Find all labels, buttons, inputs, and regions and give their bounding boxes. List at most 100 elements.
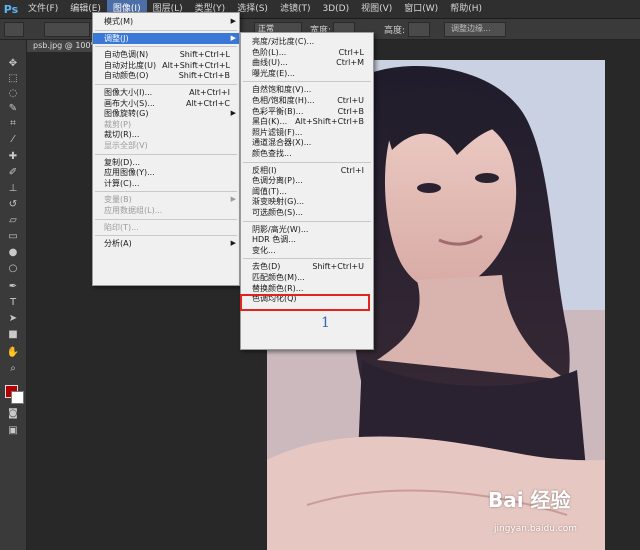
path-selection-tool-icon[interactable]: ➤	[5, 312, 21, 325]
menu-item[interactable]: 颜色查找...	[241, 148, 373, 159]
refine-edge-button[interactable]: 调整边缘...	[444, 22, 506, 37]
gradient-tool-icon[interactable]: ▭	[5, 230, 21, 243]
menu-item[interactable]: 照片滤镜(F)...	[241, 127, 373, 138]
submenu-arrow-icon: ▶	[230, 239, 236, 248]
menu-item[interactable]: 亮度/对比度(C)...	[241, 36, 373, 47]
menu-item[interactable]: 替换颜色(R)...	[241, 283, 373, 294]
healing-brush-tool-icon[interactable]: ✚	[5, 150, 21, 163]
menubar-item[interactable]: 滤镜(T)	[274, 0, 317, 18]
menu-item[interactable]: 匹配颜色(M)...	[241, 272, 373, 283]
menu-item[interactable]: 去色(D) Shift+Ctrl+U	[241, 261, 373, 272]
menubar-item[interactable]: 帮助(H)	[444, 0, 488, 18]
brush-tool-icon[interactable]: ✐	[5, 166, 21, 179]
menu-item[interactable]: HDR 色调...	[241, 234, 373, 245]
eraser-tool-icon[interactable]: ▱	[5, 214, 21, 227]
menu-item-shortcut: Ctrl+U	[337, 96, 364, 105]
menu-item-shortcut: Alt+Shift+Ctrl+B	[295, 117, 364, 127]
menu-item[interactable]: 色彩平衡(B)... Ctrl+B	[241, 106, 373, 117]
menu-item[interactable]: 图像旋转(G) ▶	[93, 108, 239, 119]
zoom-tool-icon[interactable]: ⌕	[5, 362, 21, 375]
menu-item-label: 图像大小(I)...	[104, 88, 153, 97]
blur-tool-icon[interactable]: ●	[5, 246, 21, 259]
menu-separator	[95, 46, 237, 48]
menu-item-label: 阴影/高光(W)...	[252, 224, 309, 234]
menu-separator	[95, 218, 237, 220]
menubar-item[interactable]: 视图(V)	[355, 0, 398, 18]
menu-item-label: 曲线(U)...	[252, 58, 288, 68]
pen-tool-icon[interactable]: ✒	[5, 280, 21, 293]
dodge-tool-icon[interactable]: ○	[5, 262, 21, 275]
menu-item[interactable]: 调整(J) ▶	[93, 32, 239, 44]
tool-preset-button[interactable]	[4, 22, 24, 37]
clone-stamp-tool-icon[interactable]: ⊥	[5, 182, 21, 195]
menu-item[interactable]: 自动颜色(O) Shift+Ctrl+B	[93, 70, 239, 81]
menu-item-label: 陷印(T)...	[104, 222, 139, 232]
menu-item[interactable]: 黑白(K)... Alt+Shift+Ctrl+B	[241, 116, 373, 127]
menu-item[interactable]: 计算(C)...	[93, 178, 239, 189]
menu-item[interactable]: 色调分离(P)...	[241, 175, 373, 186]
menu-item[interactable]: 画布大小(S)... Alt+Ctrl+C	[93, 98, 239, 109]
menu-item[interactable]: 色阶(L)... Ctrl+L	[241, 47, 373, 58]
menu-item-label: 画布大小(S)...	[104, 98, 155, 108]
crop-tool-icon[interactable]: ⌗	[5, 117, 21, 130]
submenu-arrow-icon: ▶	[230, 17, 236, 25]
menu-item[interactable]: 渐变映射(G)...	[241, 196, 373, 207]
quick-select-tool-icon[interactable]: ✎	[5, 102, 21, 115]
menu-item[interactable]: 曝光度(E)...	[241, 68, 373, 79]
menu-item[interactable]: 阴影/高光(W)...	[241, 224, 373, 235]
menu-separator	[243, 220, 371, 222]
height-input[interactable]	[408, 22, 430, 37]
menu-item[interactable]: 自动色调(N) Shift+Ctrl+L	[93, 49, 239, 60]
menu-item-label: 图像旋转(G)	[104, 109, 149, 119]
menu-item[interactable]: 色相/饱和度(H)... Ctrl+U	[241, 95, 373, 106]
menubar-item[interactable]: 窗口(W)	[398, 0, 444, 18]
eyedropper-tool-icon[interactable]: ⁄	[5, 133, 21, 146]
menu-item-label: 色彩平衡(B)...	[252, 106, 304, 116]
menu-item[interactable]: 模式(M) ▶	[93, 16, 239, 27]
menu-separator	[95, 84, 237, 85]
hand-tool-icon[interactable]: ✋	[5, 346, 21, 359]
submenu-arrow-icon: ▶	[230, 195, 236, 204]
menu-item[interactable]: 图像大小(I)... Alt+Ctrl+I	[93, 87, 239, 98]
marquee-tool-icon[interactable]: ⬚	[5, 72, 21, 85]
menu-item-label: 通道混合器(X)...	[252, 138, 312, 148]
menu-item[interactable]: 通道混合器(X)...	[241, 137, 373, 148]
menu-item[interactable]: 曲线(U)... Ctrl+M	[241, 57, 373, 68]
menu-item-shortcut: Alt+Shift+Ctrl+L	[162, 60, 230, 70]
menubar-item[interactable]: 3D(D)	[316, 0, 355, 18]
menu-item[interactable]: 裁切(R)...	[93, 129, 239, 140]
menu-item-label: 自然饱和度(V)...	[252, 85, 312, 95]
screen-mode-icon[interactable]: ▣	[5, 424, 21, 437]
tools-panel: ✥ ⬚ ◌ ✎ ⌗ ⁄ ✚ ✐ ⊥ ↺ ▱ ▭ ● ○ ✒ T ➤ ■ ✋ ⌕ …	[0, 40, 27, 550]
shape-tool-icon[interactable]: ■	[5, 328, 21, 341]
menu-item-label: 计算(C)...	[104, 178, 140, 188]
menubar-item[interactable]: 文件(F)	[22, 0, 64, 18]
menu-item-label: 变量(B)	[104, 195, 132, 205]
selection-mode-buttons[interactable]	[44, 22, 90, 37]
history-brush-tool-icon[interactable]: ↺	[5, 198, 21, 211]
quick-mask-icon[interactable]: ◙	[5, 407, 21, 420]
menu-item[interactable]: 可选颜色(S)...	[241, 207, 373, 218]
menu-item[interactable]: 复制(D)...	[93, 157, 239, 168]
menu-item-label: 替换颜色(R)...	[252, 283, 304, 293]
menu-item-label: 黑白(K)...	[252, 117, 288, 127]
menu-item-label: 变化...	[252, 245, 276, 255]
menu-item[interactable]: 自动对比度(U) Alt+Shift+Ctrl+L	[93, 60, 239, 71]
menu-item[interactable]: 阈值(T)...	[241, 186, 373, 197]
move-tool-icon[interactable]: ✥	[5, 57, 21, 70]
menu-item-label: 亮度/对比度(C)...	[252, 37, 315, 46]
menu-item-shortcut: Ctrl+L	[338, 47, 364, 57]
menu-item[interactable]: 应用图像(Y)...	[93, 167, 239, 178]
menu-item[interactable]: 反相(I) Ctrl+I	[241, 165, 373, 176]
submenu-arrow-icon: ▶	[230, 109, 236, 118]
menu-item-label: 可选颜色(S)...	[252, 208, 303, 217]
lasso-tool-icon[interactable]: ◌	[5, 87, 21, 100]
menu-item-label: 调整(J)	[104, 33, 129, 43]
menu-item-label: 匹配颜色(M)...	[252, 273, 305, 282]
menu-item[interactable]: 自然饱和度(V)...	[241, 84, 373, 95]
menu-item[interactable]: 分析(A) ▶	[93, 238, 239, 249]
menu-item-label: 照片滤镜(F)...	[252, 127, 303, 137]
type-tool-icon[interactable]: T	[5, 296, 21, 309]
background-color-swatch[interactable]	[11, 391, 24, 404]
menu-item[interactable]: 变化...	[241, 245, 373, 256]
